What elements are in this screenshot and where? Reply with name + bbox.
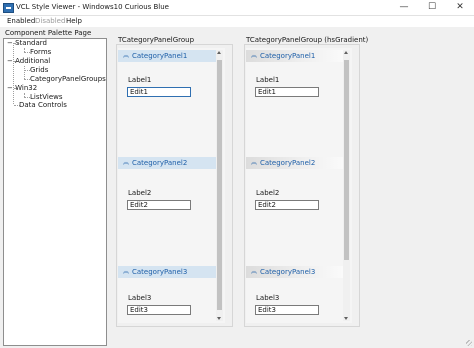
vertical-scrollbar[interactable]: [216, 50, 223, 321]
collapse-chevron-icon: ︽: [251, 52, 258, 59]
category-panel-group-gradient: ︽ CategoryPanel1 Label1 ︽ CategoryPanel2…: [246, 48, 352, 323]
tree-item-label: Standard: [15, 39, 47, 47]
panel-label: Label3: [128, 294, 152, 302]
category-panel-3-header[interactable]: ︽ CategoryPanel3: [246, 266, 343, 278]
tree-item-label: Additional: [15, 57, 51, 65]
tree-item-data-controls[interactable]: Data Controls: [19, 101, 67, 110]
menu-enabled[interactable]: Enabled: [7, 17, 35, 25]
menu-disabled[interactable]: Disabled: [35, 17, 65, 25]
edit-field[interactable]: [127, 87, 191, 97]
collapse-chevron-icon: ︽: [123, 159, 130, 166]
tree-connector: [24, 66, 25, 79]
panel-label: Label1: [128, 76, 152, 84]
edit-field[interactable]: [127, 200, 191, 210]
category-panel-caption: CategoryPanel2: [132, 159, 188, 167]
edit-field[interactable]: [255, 305, 319, 315]
scrollbar-thumb[interactable]: [344, 60, 349, 260]
tree-item-forms[interactable]: Forms: [30, 48, 51, 57]
size-grip-icon[interactable]: [466, 340, 472, 346]
close-button[interactable]: ✕: [446, 0, 474, 15]
scroll-up-icon[interactable]: [217, 51, 221, 54]
category-panel-2-header[interactable]: ︽ CategoryPanel2: [246, 157, 343, 169]
panel-label: Label2: [128, 189, 152, 197]
panel-label: Label2: [256, 189, 280, 197]
panel-label: Label3: [256, 294, 280, 302]
vertical-scrollbar[interactable]: [343, 50, 350, 321]
window-title: VCL Style Viewer - Windows10 Curious Blu…: [16, 3, 169, 11]
scroll-down-icon[interactable]: [217, 317, 221, 320]
app-icon: [3, 3, 14, 13]
collapse-toggle-icon[interactable]: −: [7, 57, 13, 65]
minimize-button[interactable]: —: [390, 0, 418, 15]
category-panel-group-plain: ︽ CategoryPanel1 Label1 ︽ CategoryPanel2…: [118, 48, 225, 323]
collapse-chevron-icon: ︽: [123, 52, 130, 59]
menu-help[interactable]: Help: [66, 17, 82, 25]
category-panel-caption: CategoryPanel1: [132, 52, 188, 60]
category-panel-caption: CategoryPanel3: [260, 268, 316, 276]
tree-item-label: Win32: [15, 84, 38, 92]
group-caption-plain: TCategoryPanelGroup: [117, 36, 196, 44]
category-panel-1-header[interactable]: ︽ CategoryPanel1: [118, 50, 216, 62]
tree-item-grids[interactable]: Grids: [30, 66, 48, 75]
palette-title: Component Palette Page: [5, 29, 92, 37]
scrollbar-thumb[interactable]: [217, 60, 222, 310]
title-bar: VCL Style Viewer - Windows10 Curious Blu…: [0, 0, 474, 16]
tree-item-additional[interactable]: − Additional: [7, 57, 50, 66]
category-panel-1-header[interactable]: ︽ CategoryPanel1: [246, 50, 343, 62]
collapse-chevron-icon: ︽: [251, 268, 258, 275]
tree-item-categorypanelgroups[interactable]: CategoryPanelGroups: [30, 75, 106, 84]
scroll-down-icon[interactable]: [344, 317, 348, 320]
maximize-button[interactable]: ☐: [418, 0, 446, 15]
tree-item-standard[interactable]: − Standard: [7, 39, 47, 48]
collapse-chevron-icon: ︽: [251, 159, 258, 166]
collapse-chevron-icon: ︽: [123, 268, 130, 275]
edit-field[interactable]: [255, 200, 319, 210]
edit-field[interactable]: [255, 87, 319, 97]
category-panel-caption: CategoryPanel1: [260, 52, 316, 60]
panel-label: Label1: [256, 76, 280, 84]
menu-bar: Enabled Disabled Help: [0, 16, 474, 27]
palette-tree[interactable]: − Standard Forms − Additional Grids Cate…: [3, 38, 107, 346]
edit-field[interactable]: [127, 305, 191, 315]
collapse-toggle-icon[interactable]: −: [7, 39, 13, 47]
scroll-up-icon[interactable]: [344, 51, 348, 54]
group-caption-gradient: TCategoryPanelGroup (hsGradient): [245, 36, 370, 44]
tree-item-win32[interactable]: − Win32: [7, 84, 37, 93]
category-panel-3-header[interactable]: ︽ CategoryPanel3: [118, 266, 216, 278]
collapse-toggle-icon[interactable]: −: [7, 84, 13, 92]
category-panel-caption: CategoryPanel2: [260, 159, 316, 167]
category-panel-2-header[interactable]: ︽ CategoryPanel2: [118, 157, 216, 169]
category-panel-caption: CategoryPanel3: [132, 268, 188, 276]
tree-connector: [13, 43, 14, 104]
